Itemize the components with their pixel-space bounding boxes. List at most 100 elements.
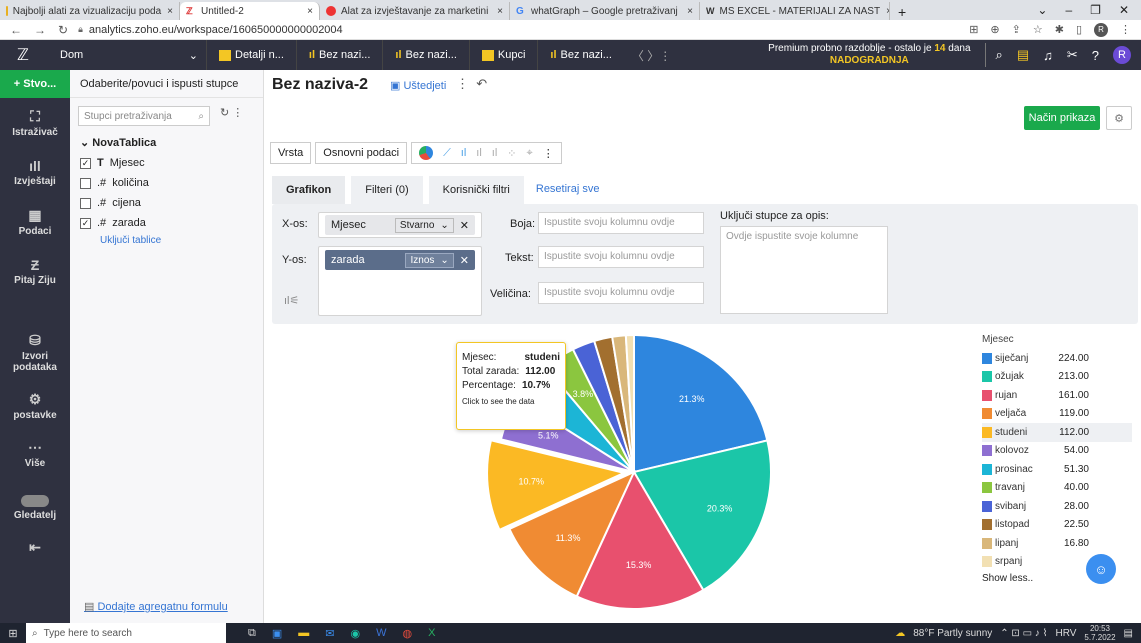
sidebar-item-more[interactable]: ⋯ Više [0, 439, 70, 469]
y-axis-field-pill[interactable]: zarada Iznos ⌄ ✕ [325, 250, 475, 270]
url-field[interactable]: analytics.zoho.eu/workspace/160650000000… [83, 24, 969, 36]
tab-search-icon[interactable]: ⌄ [1037, 3, 1047, 17]
x-aggregate-select[interactable]: Stvarno ⌄ [394, 217, 454, 233]
color-drop-zone[interactable]: Ispustite svoju kolumnu ovdje [538, 212, 704, 234]
browser-tab[interactable]: G whatGraph – Google pretraživanj × [510, 2, 700, 20]
legend-item[interactable]: travanj 40.00 [982, 479, 1132, 498]
legend-item[interactable]: veljača 119.00 [982, 405, 1132, 424]
report-more-icon[interactable]: ⋮ ↶ [456, 76, 487, 92]
bar-chart-type-icon[interactable]: ıl [461, 147, 467, 159]
task-view-icon[interactable]: ⧉ [248, 627, 256, 640]
type-button[interactable]: Vrsta [270, 142, 312, 164]
line-chart-type-icon[interactable]: ⟋ [443, 147, 451, 160]
legend-item[interactable]: siječanj 224.00 [982, 349, 1132, 368]
close-tab-icon[interactable]: × [681, 6, 693, 17]
stacked-bar-type-icon[interactable]: ıl [476, 147, 482, 159]
bookmark-star-icon[interactable]: ☆ [1033, 23, 1043, 36]
column-item[interactable]: ✓ T Mjesec [80, 157, 263, 169]
browser-tab-active[interactable]: ℤ Untitled-2 × [180, 2, 320, 20]
edge-icon[interactable]: ◉ [350, 627, 360, 640]
store-icon[interactable]: ▣ [272, 627, 282, 640]
tab-filters[interactable]: Filteri (0) [351, 176, 423, 204]
sidebar-item-viewer[interactable]: Gledatelj [0, 495, 70, 521]
tab-user-filters[interactable]: Korisnički filtri [428, 176, 524, 204]
create-new-button[interactable]: + Stvo... [0, 70, 70, 98]
workspace-tab[interactable]: ıl Bez nazi... [537, 40, 623, 70]
sidebar-item-ask-zia[interactable]: Ƶ Pitaj Ziju [0, 257, 70, 286]
restore-icon[interactable]: ❐ [1090, 3, 1101, 17]
collapse-sidebar-icon[interactable]: ⇤ [0, 539, 70, 556]
upgrade-link[interactable]: NADOGRADNJA [768, 55, 970, 67]
close-tab-icon[interactable]: × [491, 6, 503, 17]
tools-icon[interactable]: ✂ [1067, 47, 1078, 63]
minimize-icon[interactable]: – [1065, 3, 1072, 17]
browser-tab[interactable]: Najbolji alati za vizualizaciju poda × [0, 2, 180, 20]
pie-slice-studeni[interactable] [486, 439, 628, 532]
pie-slice-veljača[interactable] [508, 469, 637, 598]
back-icon[interactable]: ← [10, 23, 22, 37]
pie-slice-rujan[interactable] [575, 469, 705, 610]
close-tab-icon[interactable]: × [301, 6, 313, 17]
legend-item[interactable]: kolovoz 54.00 [982, 442, 1132, 461]
sidepanel-icon[interactable]: ▯ [1076, 23, 1082, 36]
map-type-icon[interactable]: ⌖ [527, 147, 533, 160]
share-icon[interactable]: ⇪ [1012, 23, 1021, 36]
pie-chart-type-icon[interactable] [419, 146, 434, 160]
premium-trial-banner[interactable]: Premium probno razdoblje - ostalo je 14 … [768, 43, 986, 67]
column-checkbox[interactable] [80, 177, 91, 189]
column-search-input[interactable]: Stupci pretraživanja ⌕ [78, 106, 210, 126]
zoho-analytics-logo-icon[interactable]: ℤ [0, 40, 46, 70]
legend-item[interactable]: studeni 112.00 [982, 423, 1132, 442]
extensions-icon[interactable]: ✱ [1055, 23, 1064, 36]
scatter-type-icon[interactable]: ⁘ [507, 147, 516, 160]
chat-assistant-icon[interactable]: ☺ [1086, 554, 1116, 584]
pie-slice-listopad[interactable] [592, 335, 635, 473]
close-tab-icon[interactable]: × [161, 6, 173, 17]
basic-data-button[interactable]: Osnovni podaci [315, 142, 408, 164]
remove-field-icon[interactable]: ✕ [460, 219, 469, 232]
text-drop-zone[interactable]: Ispustite svoju kolumnu ovdje [538, 246, 704, 268]
refresh-columns-icon[interactable]: ↻ ⋮ [220, 106, 243, 119]
column-item[interactable]: ✓ .# zarada [80, 217, 263, 229]
column-checkbox[interactable] [80, 197, 91, 209]
close-window-icon[interactable]: ✕ [1119, 3, 1129, 17]
new-tab-button[interactable]: + [890, 4, 914, 20]
taskbar-search[interactable]: ⌕ Type here to search [26, 623, 226, 643]
view-mode-button[interactable]: Način prikaza [1024, 106, 1100, 130]
workspace-tab[interactable]: Kupci [468, 40, 538, 70]
sidebar-item-data[interactable]: ▦ Podaci [0, 207, 70, 237]
search-icon[interactable]: ⌕ [996, 47, 1003, 63]
chrome-icon[interactable]: ◍ [402, 627, 412, 640]
browser-tab[interactable]: Alat za izvještavanje za marketini × [320, 2, 510, 20]
pie-slice-lipanj[interactable] [611, 334, 635, 473]
windows-start-icon[interactable]: ⊞ [0, 627, 26, 640]
sidebar-item-data-sources[interactable]: ⛁ Izvori podataka [0, 332, 70, 373]
column-checkbox[interactable]: ✓ [80, 217, 91, 229]
forward-icon[interactable]: → [34, 23, 46, 37]
profile-avatar[interactable]: R [1094, 22, 1108, 37]
grouped-bar-type-icon[interactable]: ıl [492, 147, 498, 159]
tab-scroll-arrows[interactable]: 〈 〉⋮ [624, 47, 679, 64]
reset-all-link[interactable]: Resetiraj sve [530, 183, 600, 195]
sidebar-item-reports[interactable]: ıll Izvještaji [0, 158, 70, 187]
tab-chart[interactable]: Grafikon [272, 176, 346, 204]
translate-icon[interactable]: ⊞ [969, 23, 978, 36]
legend-item[interactable]: lipanj 16.80 [982, 534, 1132, 553]
pie-slice-ožujak[interactable] [632, 439, 772, 592]
sidebar-item-settings[interactable]: ⚙︎ postavke [0, 391, 70, 421]
browser-menu-icon[interactable]: ⋮ [1120, 23, 1131, 36]
workspace-dropdown[interactable]: Dom ⌄ [46, 49, 206, 62]
axis-settings-icon[interactable]: ıl⚟ [284, 294, 299, 307]
legend-item[interactable]: rujan 161.00 [982, 386, 1132, 405]
bell-icon[interactable]: ♫ [1043, 48, 1053, 63]
zoom-icon[interactable]: ⊕ [990, 23, 999, 36]
close-tab-icon[interactable]: × [880, 6, 889, 17]
description-drop-zone[interactable]: Ovdje ispustite svoje kolumne [720, 226, 888, 314]
include-tables-link[interactable]: Uključi tablice [100, 235, 263, 246]
workspace-tab[interactable]: ıl Bez nazi... [295, 40, 382, 70]
notes-icon[interactable]: ▤ [1017, 47, 1029, 63]
reload-icon[interactable]: ↻ [58, 23, 68, 37]
notifications-icon[interactable]: ▤ [1124, 628, 1133, 639]
legend-item[interactable]: prosinac 51.30 [982, 460, 1132, 479]
viewer-toggle[interactable] [21, 495, 49, 507]
